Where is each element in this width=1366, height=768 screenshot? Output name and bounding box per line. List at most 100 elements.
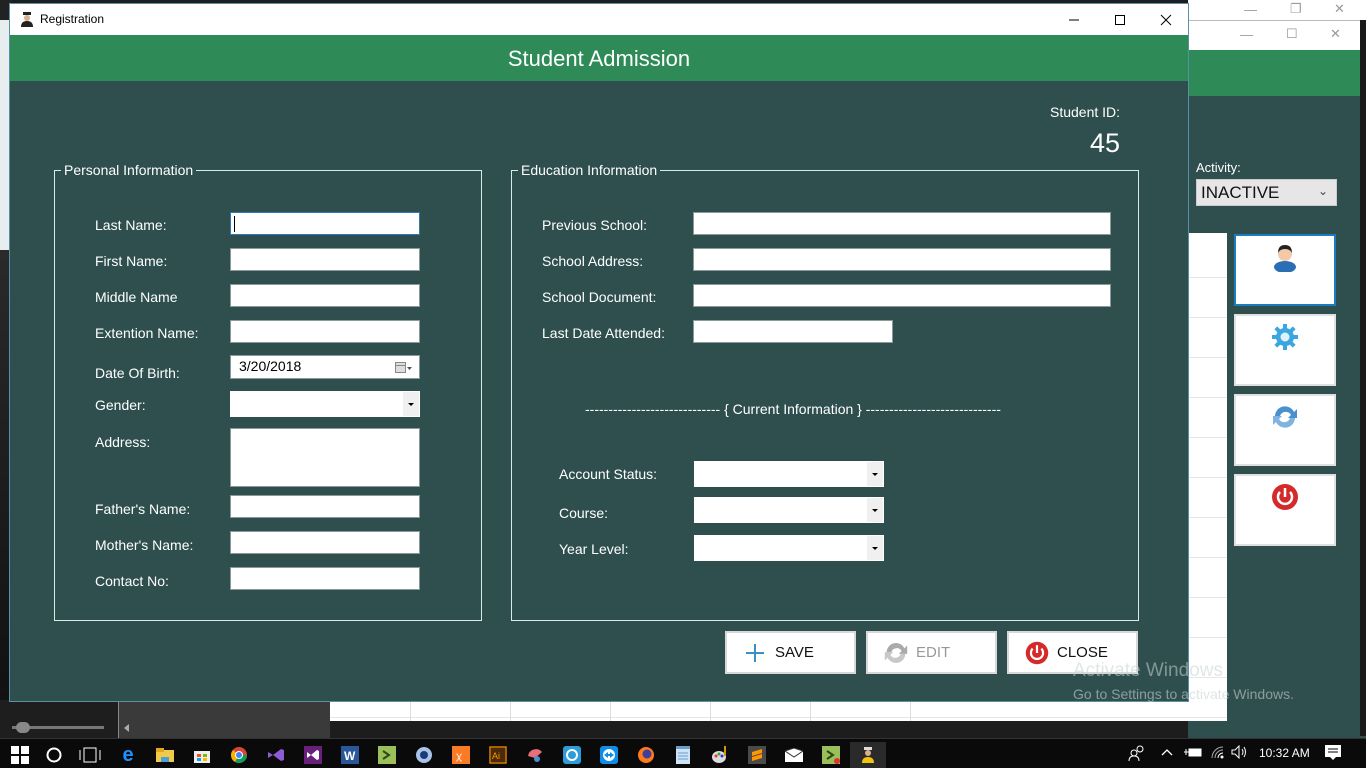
save-button[interactable]: SAVE <box>725 631 856 674</box>
taskbar-word[interactable]: W <box>332 742 368 768</box>
contact-no-input[interactable] <box>230 567 420 590</box>
mother-name-label: Mother's Name: <box>95 537 194 553</box>
clock[interactable]: 10:32 AM <box>1259 746 1310 760</box>
dropdown-arrow-icon[interactable] <box>867 536 883 560</box>
volume-icon[interactable] <box>1231 744 1249 762</box>
school-address-label: School Address: <box>542 253 644 269</box>
show-hidden-icons-chevron-icon[interactable] <box>1160 745 1174 762</box>
taskbar-file-explorer[interactable] <box>147 742 183 768</box>
plus-icon <box>741 639 769 667</box>
year-level-select[interactable] <box>694 535 884 561</box>
taskbar-chrome[interactable] <box>221 742 257 768</box>
taskbar-firefox[interactable] <box>628 742 664 768</box>
taskbar-registration-app[interactable] <box>850 742 886 768</box>
student-user-icon <box>1274 245 1296 272</box>
config-app-icon <box>416 747 432 763</box>
restore-icon[interactable]: ❐ <box>1290 1 1302 17</box>
last-name-input[interactable] <box>230 212 420 235</box>
previous-school-input[interactable] <box>693 212 1111 235</box>
dropdown-arrow-icon[interactable] <box>403 392 419 416</box>
course-select[interactable] <box>694 497 884 523</box>
firefox-icon <box>638 747 654 763</box>
last-date-attended-input[interactable] <box>693 320 893 343</box>
refresh-button[interactable]: REFRESH <box>1234 394 1336 466</box>
taskbar-mail[interactable] <box>776 742 812 768</box>
activity-select[interactable]: INACTIVE ⌄ <box>1196 179 1337 206</box>
taskbar-edge[interactable]: e <box>110 742 146 768</box>
graduate-app-icon <box>862 747 874 763</box>
settings-button-label: SETTINGS <box>1236 354 1307 370</box>
scroll-left-icon[interactable] <box>124 724 129 732</box>
taskbar-paint-app[interactable] <box>517 742 553 768</box>
date-of-birth-picker[interactable]: 3/20/2018 <box>230 355 420 379</box>
taskbar-config-app[interactable] <box>406 742 442 768</box>
taskbar-store[interactable] <box>184 742 220 768</box>
taskbar-sublime-text[interactable] <box>739 742 775 768</box>
address-label: Address: <box>95 434 151 450</box>
exit-button[interactable]: EXIT <box>1234 474 1336 546</box>
header-band: Student Admission <box>10 35 1188 81</box>
gender-select[interactable] <box>230 391 420 417</box>
word-icon: W <box>341 746 359 764</box>
title-bar: Registration <box>10 4 1188 35</box>
minimize-icon[interactable]: — <box>1240 27 1253 42</box>
refresh-button-label: REFRESH <box>1236 434 1303 450</box>
wifi-icon[interactable] <box>1210 745 1226 762</box>
people-icon[interactable] <box>1128 745 1146 764</box>
window-title: Registration <box>40 12 105 26</box>
close-button-label: CLOSE <box>1057 644 1108 661</box>
taskbar-illustrator[interactable]: Ai <box>480 742 516 768</box>
taskbar-console-app-2[interactable] <box>813 742 849 768</box>
students-button[interactable]: STUDENTS <box>1234 234 1336 306</box>
calendar-icon[interactable] <box>395 361 413 377</box>
taskbar-teamviewer[interactable] <box>591 742 627 768</box>
action-center-icon[interactable] <box>1325 745 1341 764</box>
taskbar-visual-studio[interactable] <box>258 742 294 768</box>
cortana-button[interactable] <box>36 742 72 768</box>
taskbar-xampp[interactable]: ꭓ <box>443 742 479 768</box>
previous-school-label: Previous School: <box>542 217 648 233</box>
svg-text:W: W <box>344 749 356 763</box>
background-zoom-slider-knob[interactable] <box>16 722 30 733</box>
father-name-input[interactable] <box>230 495 420 518</box>
minimize-icon[interactable]: — <box>1244 2 1257 17</box>
minimize-button[interactable] <box>1051 4 1097 35</box>
background-window-header <box>1188 50 1360 96</box>
last-name-label: Last Name: <box>95 217 167 233</box>
battery-icon[interactable] <box>1184 745 1202 762</box>
task-view-button[interactable] <box>72 742 108 768</box>
dropdown-arrow-icon[interactable] <box>867 498 883 522</box>
school-document-input[interactable] <box>693 284 1111 307</box>
console-app-icon <box>822 746 840 764</box>
school-address-input[interactable] <box>693 248 1111 271</box>
extension-name-label: Extention Name: <box>95 325 199 341</box>
close-icon[interactable]: ✕ <box>1330 26 1341 42</box>
background-window-outer-titlebar: — ❐ ✕ <box>1188 0 1366 22</box>
close-window-button[interactable] <box>1143 4 1189 35</box>
taskbar-notepad[interactable] <box>665 742 701 768</box>
start-button[interactable] <box>2 742 38 768</box>
address-textarea[interactable] <box>230 428 420 487</box>
close-icon <box>1160 14 1172 25</box>
illustrator-icon: Ai <box>489 746 507 764</box>
middle-name-input[interactable] <box>230 284 420 307</box>
maximize-button[interactable] <box>1097 4 1143 35</box>
student-id-label: Student ID: <box>1050 104 1121 120</box>
chevron-down-icon: ⌄ <box>1317 184 1328 198</box>
settings-button[interactable]: SETTINGS <box>1234 314 1336 386</box>
taskbar-visual-studio-2[interactable] <box>295 742 331 768</box>
school-document-label: School Document: <box>542 289 657 305</box>
dropdown-arrow-icon[interactable] <box>867 462 883 486</box>
course-label: Course: <box>559 505 609 521</box>
maximize-icon[interactable]: ☐ <box>1286 26 1298 42</box>
mother-name-input[interactable] <box>230 531 420 554</box>
taskbar-paint[interactable] <box>702 742 738 768</box>
extension-name-input[interactable] <box>230 320 420 343</box>
taskbar-screen-app[interactable] <box>554 742 590 768</box>
taskbar-console-app[interactable] <box>369 742 405 768</box>
students-button-label: STUDENTS <box>1236 274 1312 290</box>
account-status-select[interactable] <box>694 461 884 487</box>
close-icon[interactable]: ✕ <box>1334 1 1345 17</box>
first-name-input[interactable] <box>230 248 420 271</box>
edit-button[interactable]: EDIT <box>866 631 997 674</box>
